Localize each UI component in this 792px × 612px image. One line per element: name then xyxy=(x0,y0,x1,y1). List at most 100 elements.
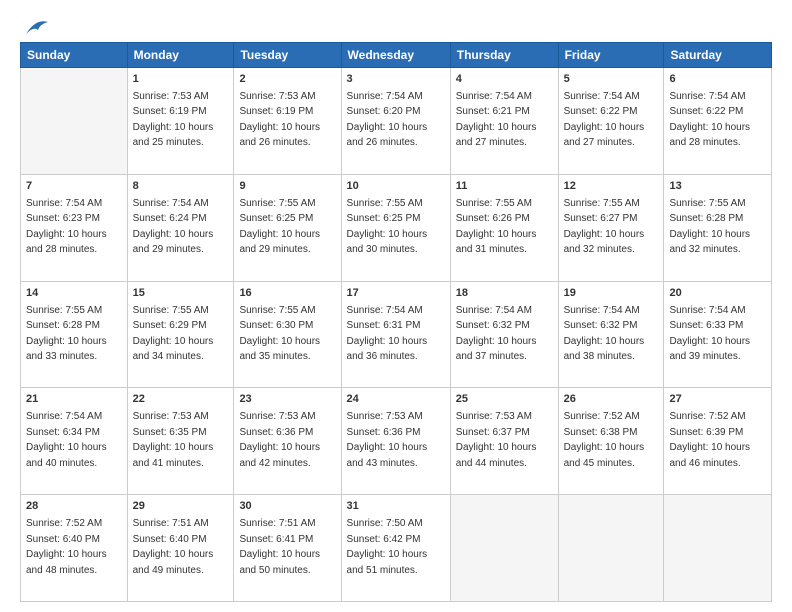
calendar-cell: 7Sunrise: 7:54 AM Sunset: 6:23 PM Daylig… xyxy=(21,174,128,281)
calendar-cell: 13Sunrise: 7:55 AM Sunset: 6:28 PM Dayli… xyxy=(664,174,772,281)
day-info: Sunrise: 7:54 AM Sunset: 6:32 PM Dayligh… xyxy=(564,305,645,363)
day-info: Sunrise: 7:53 AM Sunset: 6:35 PM Dayligh… xyxy=(133,411,214,469)
calendar-cell: 23 Sunrise: 7:53 AM Sunset: 6:36 PM Dayli… xyxy=(234,388,341,495)
day-info: Sunrise: 7:50 AM Sunset: 6:42 PM Dayligh… xyxy=(347,518,428,576)
day-number: 3 xyxy=(347,72,445,88)
day-info: Sunrise: 7:54 AM Sunset: 6:22 PM Dayligh… xyxy=(564,91,645,149)
day-header-friday: Friday xyxy=(558,43,664,68)
calendar-cell: 9 Sunrise: 7:55 AM Sunset: 6:25 PM Daylig… xyxy=(234,174,341,281)
calendar-cell: 27 Sunrise: 7:52 AM Sunset: 6:39 PM Dayli… xyxy=(664,388,772,495)
calendar-week-4: 21Sunrise: 7:54 AM Sunset: 6:34 PM Dayli… xyxy=(21,388,772,495)
calendar-cell: 28 Sunrise: 7:52 AM Sunset: 6:40 PM Dayli… xyxy=(21,495,128,602)
day-number: 19 xyxy=(564,286,659,302)
calendar-cell: 24 Sunrise: 7:53 AM Sunset: 6:36 PM Dayli… xyxy=(341,388,450,495)
day-number: 21 xyxy=(26,392,122,408)
day-number: 25 xyxy=(456,392,553,408)
calendar-cell: 30 Sunrise: 7:51 AM Sunset: 6:41 PM Dayli… xyxy=(234,495,341,602)
page: SundayMondayTuesdayWednesdayThursdayFrid… xyxy=(0,0,792,612)
calendar-table: SundayMondayTuesdayWednesdayThursdayFrid… xyxy=(20,42,772,602)
day-info: Sunrise: 7:55 AM Sunset: 6:27 PM Dayligh… xyxy=(564,198,645,256)
calendar-week-5: 28 Sunrise: 7:52 AM Sunset: 6:40 PM Dayli… xyxy=(21,495,772,602)
day-number: 18 xyxy=(456,286,553,302)
calendar-cell: 10Sunrise: 7:55 AM Sunset: 6:25 PM Dayli… xyxy=(341,174,450,281)
calendar-cell: 12 Sunrise: 7:55 AM Sunset: 6:27 PM Dayli… xyxy=(558,174,664,281)
calendar-week-2: 7Sunrise: 7:54 AM Sunset: 6:23 PM Daylig… xyxy=(21,174,772,281)
calendar-header-row: SundayMondayTuesdayWednesdayThursdayFrid… xyxy=(21,43,772,68)
calendar-cell: 31 Sunrise: 7:50 AM Sunset: 6:42 PM Dayli… xyxy=(341,495,450,602)
day-number: 5 xyxy=(564,72,659,88)
day-number: 29 xyxy=(133,499,229,515)
day-number: 8 xyxy=(133,179,229,195)
calendar-cell: 17 Sunrise: 7:54 AM Sunset: 6:31 PM Dayli… xyxy=(341,281,450,388)
day-info: Sunrise: 7:53 AM Sunset: 6:36 PM Dayligh… xyxy=(347,411,428,469)
day-number: 16 xyxy=(239,286,335,302)
calendar-cell xyxy=(21,68,128,175)
day-number: 26 xyxy=(564,392,659,408)
calendar-cell: 4Sunrise: 7:54 AM Sunset: 6:21 PM Daylig… xyxy=(450,68,558,175)
day-info: Sunrise: 7:54 AM Sunset: 6:31 PM Dayligh… xyxy=(347,305,428,363)
day-number: 17 xyxy=(347,286,445,302)
logo xyxy=(20,16,50,32)
day-info: Sunrise: 7:54 AM Sunset: 6:23 PM Dayligh… xyxy=(26,198,107,256)
day-number: 14 xyxy=(26,286,122,302)
logo-wing-icon xyxy=(22,16,50,38)
day-number: 4 xyxy=(456,72,553,88)
header xyxy=(20,16,772,32)
day-number: 11 xyxy=(456,179,553,195)
day-header-monday: Monday xyxy=(127,43,234,68)
calendar-cell: 25 Sunrise: 7:53 AM Sunset: 6:37 PM Dayli… xyxy=(450,388,558,495)
calendar-cell: 26 Sunrise: 7:52 AM Sunset: 6:38 PM Dayli… xyxy=(558,388,664,495)
day-info: Sunrise: 7:54 AM Sunset: 6:22 PM Dayligh… xyxy=(669,91,750,149)
day-number: 30 xyxy=(239,499,335,515)
calendar-cell: 18 Sunrise: 7:54 AM Sunset: 6:32 PM Dayli… xyxy=(450,281,558,388)
day-info: Sunrise: 7:55 AM Sunset: 6:28 PM Dayligh… xyxy=(26,305,107,363)
calendar-cell: 19 Sunrise: 7:54 AM Sunset: 6:32 PM Dayli… xyxy=(558,281,664,388)
day-number: 31 xyxy=(347,499,445,515)
day-info: Sunrise: 7:51 AM Sunset: 6:41 PM Dayligh… xyxy=(239,518,320,576)
day-info: Sunrise: 7:54 AM Sunset: 6:33 PM Dayligh… xyxy=(669,305,750,363)
day-info: Sunrise: 7:55 AM Sunset: 6:25 PM Dayligh… xyxy=(239,198,320,256)
day-info: Sunrise: 7:53 AM Sunset: 6:37 PM Dayligh… xyxy=(456,411,537,469)
calendar-week-3: 14 Sunrise: 7:55 AM Sunset: 6:28 PM Dayli… xyxy=(21,281,772,388)
day-number: 24 xyxy=(347,392,445,408)
calendar-cell: 29 Sunrise: 7:51 AM Sunset: 6:40 PM Dayli… xyxy=(127,495,234,602)
day-number: 10 xyxy=(347,179,445,195)
day-info: Sunrise: 7:53 AM Sunset: 6:19 PM Dayligh… xyxy=(133,91,214,149)
calendar-cell: 20Sunrise: 7:54 AM Sunset: 6:33 PM Dayli… xyxy=(664,281,772,388)
day-number: 12 xyxy=(564,179,659,195)
day-info: Sunrise: 7:53 AM Sunset: 6:19 PM Dayligh… xyxy=(239,91,320,149)
day-info: Sunrise: 7:52 AM Sunset: 6:38 PM Dayligh… xyxy=(564,411,645,469)
calendar-cell: 21Sunrise: 7:54 AM Sunset: 6:34 PM Dayli… xyxy=(21,388,128,495)
calendar-cell: 6 Sunrise: 7:54 AM Sunset: 6:22 PM Daylig… xyxy=(664,68,772,175)
day-info: Sunrise: 7:52 AM Sunset: 6:40 PM Dayligh… xyxy=(26,518,107,576)
calendar-cell xyxy=(664,495,772,602)
day-number: 23 xyxy=(239,392,335,408)
day-number: 2 xyxy=(239,72,335,88)
calendar-cell xyxy=(558,495,664,602)
day-info: Sunrise: 7:53 AM Sunset: 6:36 PM Dayligh… xyxy=(239,411,320,469)
day-number: 6 xyxy=(669,72,766,88)
calendar-cell: 16Sunrise: 7:55 AM Sunset: 6:30 PM Dayli… xyxy=(234,281,341,388)
day-info: Sunrise: 7:55 AM Sunset: 6:26 PM Dayligh… xyxy=(456,198,537,256)
calendar-cell: 15Sunrise: 7:55 AM Sunset: 6:29 PM Dayli… xyxy=(127,281,234,388)
day-header-saturday: Saturday xyxy=(664,43,772,68)
day-number: 9 xyxy=(239,179,335,195)
day-header-wednesday: Wednesday xyxy=(341,43,450,68)
day-info: Sunrise: 7:55 AM Sunset: 6:28 PM Dayligh… xyxy=(669,198,750,256)
day-number: 27 xyxy=(669,392,766,408)
day-info: Sunrise: 7:54 AM Sunset: 6:20 PM Dayligh… xyxy=(347,91,428,149)
day-info: Sunrise: 7:54 AM Sunset: 6:32 PM Dayligh… xyxy=(456,305,537,363)
day-number: 1 xyxy=(133,72,229,88)
day-info: Sunrise: 7:52 AM Sunset: 6:39 PM Dayligh… xyxy=(669,411,750,469)
day-info: Sunrise: 7:55 AM Sunset: 6:29 PM Dayligh… xyxy=(133,305,214,363)
day-header-tuesday: Tuesday xyxy=(234,43,341,68)
day-info: Sunrise: 7:54 AM Sunset: 6:24 PM Dayligh… xyxy=(133,198,214,256)
calendar-cell: 8 Sunrise: 7:54 AM Sunset: 6:24 PM Daylig… xyxy=(127,174,234,281)
calendar-cell: 3 Sunrise: 7:54 AM Sunset: 6:20 PM Daylig… xyxy=(341,68,450,175)
calendar-cell: 14 Sunrise: 7:55 AM Sunset: 6:28 PM Dayli… xyxy=(21,281,128,388)
calendar-cell: 1 Sunrise: 7:53 AM Sunset: 6:19 PM Daylig… xyxy=(127,68,234,175)
day-number: 28 xyxy=(26,499,122,515)
day-info: Sunrise: 7:51 AM Sunset: 6:40 PM Dayligh… xyxy=(133,518,214,576)
calendar-week-1: 1 Sunrise: 7:53 AM Sunset: 6:19 PM Daylig… xyxy=(21,68,772,175)
day-header-thursday: Thursday xyxy=(450,43,558,68)
